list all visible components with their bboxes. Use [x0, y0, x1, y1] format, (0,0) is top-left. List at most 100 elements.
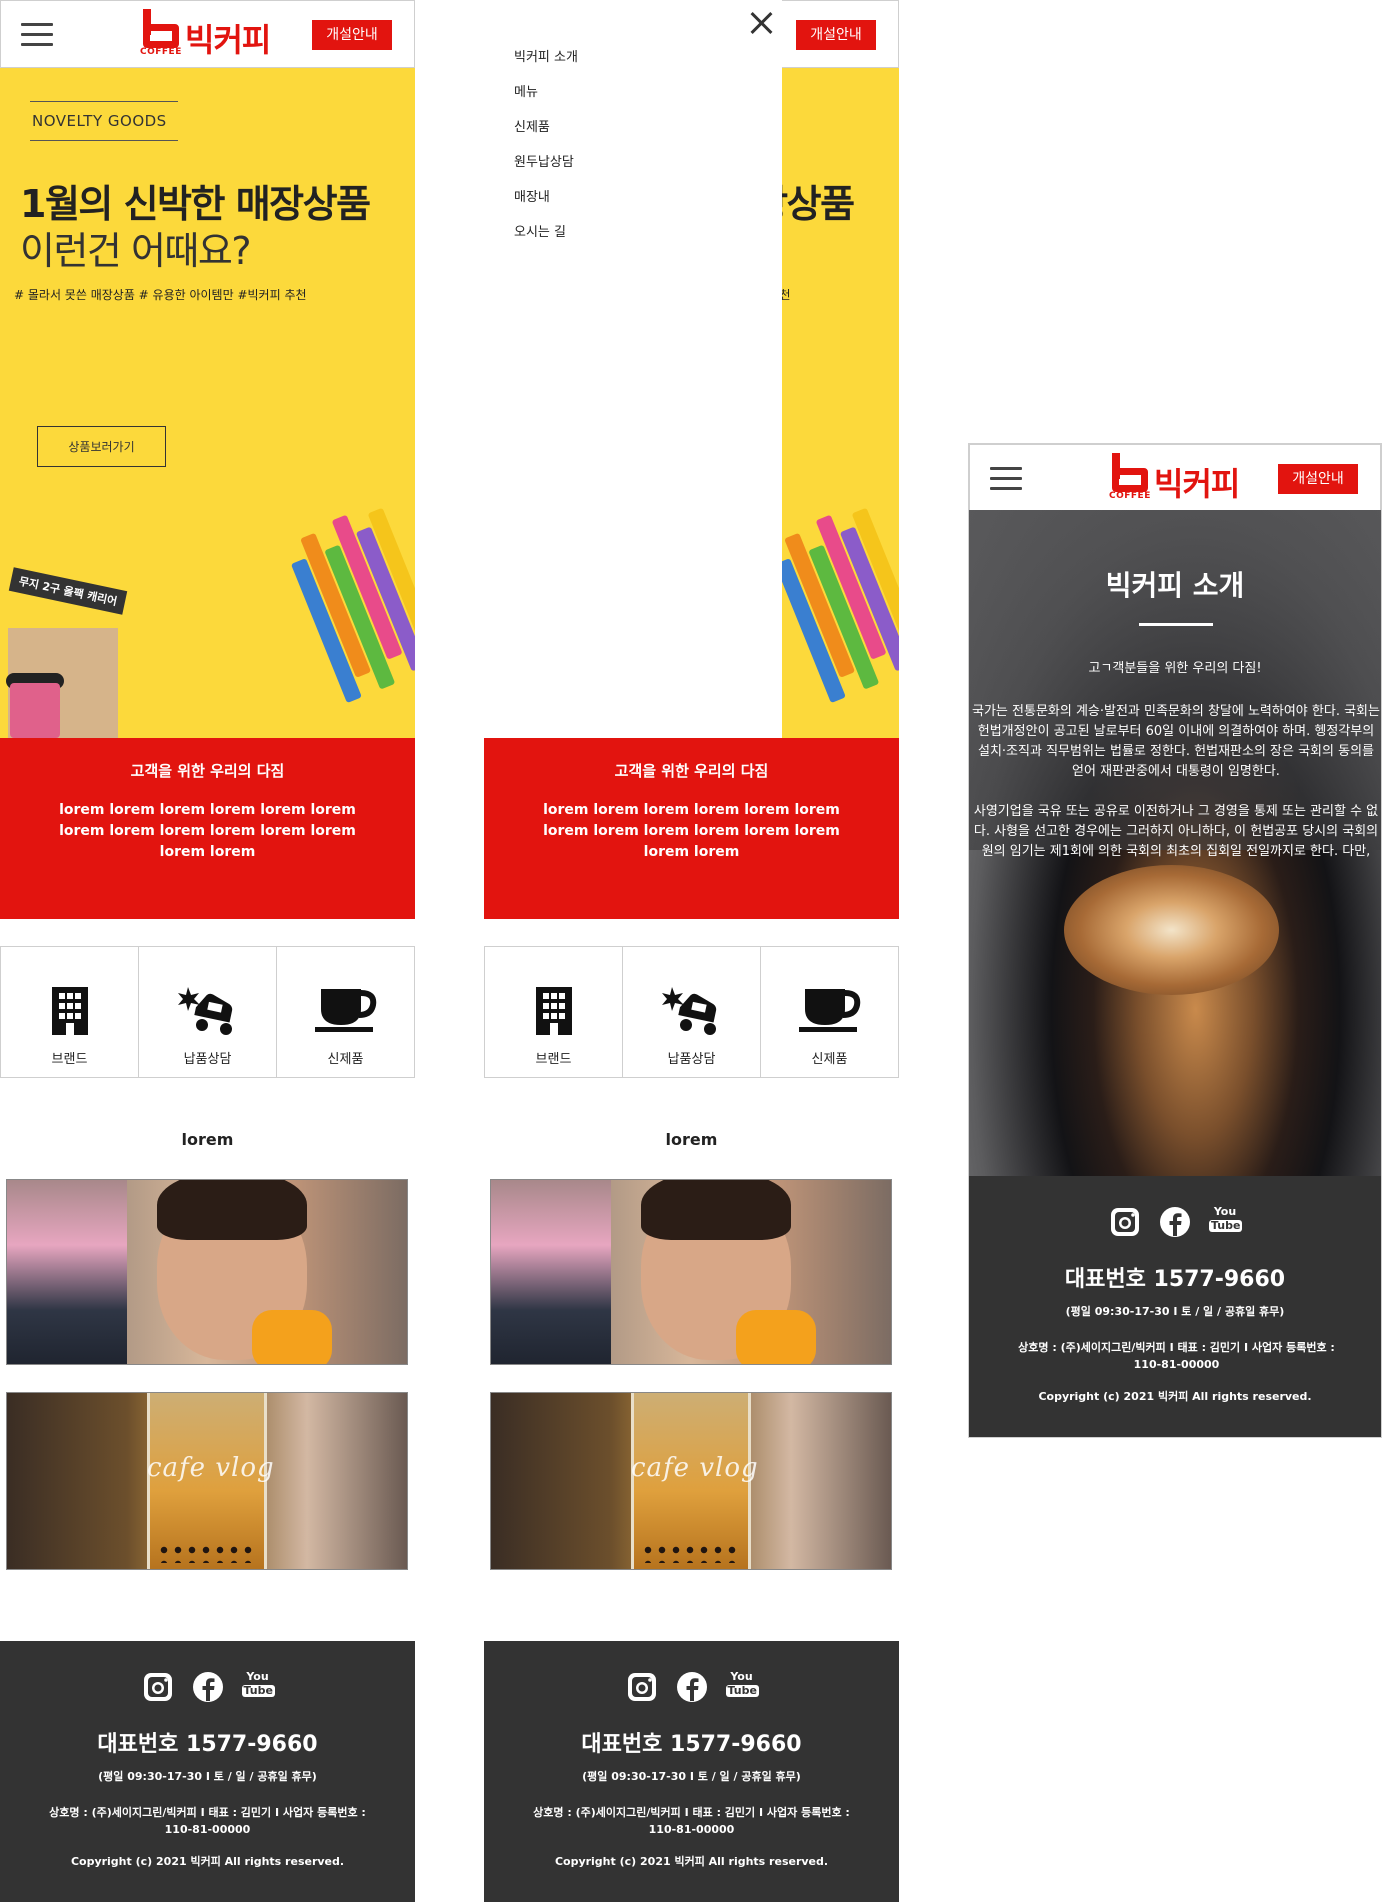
quick-link-new[interactable]: 신제품 — [277, 947, 414, 1077]
social-links: You Tube — [969, 1206, 1381, 1238]
brand-logo[interactable]: COFFEE 빅커피 — [1108, 453, 1244, 503]
pledge-title: 고객을 위한 우리의 다짐 — [614, 762, 769, 780]
footer-business-info: 상호명 : (주)세이지그린/빅커피 I 태표 : 김민기 I 사업자 등록번호… — [1018, 1341, 1335, 1371]
site-footer: You Tube 대표번호 1577-9660 (평일 09:30-17-30 … — [0, 1641, 415, 1902]
quick-link-brand[interactable]: 브랜드 — [1, 947, 139, 1077]
quick-link-consult[interactable]: 납품상담 — [139, 947, 277, 1077]
quick-link-new[interactable]: 신제품 — [761, 947, 898, 1077]
youtube-top: You — [730, 1670, 753, 1683]
hamburger-menu-icon[interactable] — [990, 467, 1022, 491]
open-info-button[interactable]: 개설안내 — [1278, 464, 1358, 494]
pledge-body: lorem lorem lorem lorem lorem lorem lore… — [543, 802, 840, 860]
nav-drawer: 빅커피 소개 메뉴 신제품 원두납상담 매장내 오시는 길 — [484, 0, 782, 738]
youtube-bottom: Tube — [241, 1684, 275, 1697]
nav-item-directions[interactable]: 오시는 길 — [514, 221, 578, 256]
hamburger-menu-icon[interactable] — [21, 23, 53, 47]
quick-link-label: 신제품 — [327, 1052, 364, 1067]
facebook-icon[interactable] — [1159, 1206, 1191, 1238]
youtube-icon[interactable]: You Tube — [1209, 1205, 1243, 1238]
facebook-icon[interactable] — [192, 1671, 224, 1703]
footer-hours: (평일 09:30-17-30 I 토 / 일 / 공휴일 휴무) — [98, 1770, 317, 1783]
quick-link-label: 브랜드 — [51, 1052, 88, 1067]
mobile-home-screen: NOVELTY GOODS 1월의 신박한 매장상품 이런건 어때요? # 몰라… — [0, 0, 415, 1902]
nav-item-new[interactable]: 신제품 — [514, 116, 578, 151]
title-divider — [1139, 623, 1213, 626]
video-section-title: lorem — [665, 1130, 718, 1149]
b-logo-icon — [139, 9, 179, 49]
intro-subtitle: 고ㄱ객분들을 위한 우리의 다짐! — [1088, 661, 1262, 676]
mobile-intro-screen: COFFEE 빅커피 개설안내 빅커피 소개 고ㄱ객분들을 위한 우리의 다짐!… — [968, 443, 1382, 1438]
logo-sub: COFFEE — [1109, 491, 1151, 501]
nav-item-bean-consult[interactable]: 원두납상담 — [514, 151, 578, 186]
footer-copyright: Copyright (c) 2021 빅커피 All rights reserv… — [554, 1855, 829, 1868]
open-info-button[interactable]: 개설안내 — [796, 20, 876, 50]
quick-links: 브랜드 납품상담 신제품 — [484, 946, 899, 1078]
footer-business-info: 상호명 : (주)세이지그린/빅커피 I 태표 : 김민기 I 사업자 등록번호… — [49, 1806, 366, 1836]
close-icon[interactable] — [746, 8, 776, 38]
instagram-icon[interactable] — [142, 1671, 174, 1703]
quick-link-consult[interactable]: 납품상담 — [623, 947, 761, 1077]
youtube-icon[interactable]: You Tube — [725, 1670, 759, 1703]
intro-paragraph-1: 국가는 전통문화의 계승·발전과 민족문화의 창달에 노력하여야 한다. 국회는… — [972, 704, 1380, 779]
intro-section: 빅커피 소개 고ㄱ객분들을 위한 우리의 다짐! 국가는 전통문화의 계승·발전… — [969, 510, 1381, 1176]
site-header: COFFEE 빅커피 개설안내 — [969, 444, 1381, 512]
pledge-section: 고객을 위한 우리의 다짐 lorem lorem lorem lorem lo… — [0, 738, 415, 919]
building-icon — [535, 987, 572, 1035]
latte-art-image — [1064, 865, 1279, 995]
intro-title: 빅커피 소개 — [1105, 569, 1245, 602]
quick-links: 브랜드 납품상담 신제품 — [0, 946, 415, 1078]
facebook-icon[interactable] — [676, 1671, 708, 1703]
b-logo-icon — [1108, 453, 1148, 493]
video-caption: cafe vlog — [631, 1453, 759, 1483]
youtube-icon[interactable]: You Tube — [241, 1671, 275, 1703]
footer-business-info: 상호명 : (주)세이지그린/빅커피 I 태표 : 김민기 I 사업자 등록번호… — [533, 1806, 850, 1836]
quick-link-label: 브랜드 — [535, 1052, 572, 1067]
nav-menu: 빅커피 소개 메뉴 신제품 원두납상담 매장내 오시는 길 — [514, 46, 578, 256]
social-links: You Tube — [0, 1671, 415, 1703]
video-thumbnail-1[interactable] — [6, 1179, 408, 1365]
quick-link-label: 납품상담 — [183, 1052, 232, 1067]
footer-copyright: Copyright (c) 2021 빅커피 All rights reserv… — [70, 1855, 345, 1868]
video-thumbnail-2[interactable]: cafe vlog — [490, 1392, 892, 1570]
quick-link-brand[interactable]: 브랜드 — [485, 947, 623, 1077]
hero-subtitle: 이런건 어때요? — [20, 229, 252, 273]
video-thumbnail-1[interactable] — [490, 1179, 892, 1365]
cup-carrier-image: 무지 2구 올팩 캐리어 — [0, 567, 128, 738]
carrier-label: 무지 2구 올팩 캐리어 — [8, 567, 128, 615]
site-footer: You Tube 대표번호 1577-9660 (평일 09:30-17-30 … — [969, 1176, 1381, 1437]
logo-sub: COFFEE — [140, 47, 182, 57]
logo-name: 빅커피 — [185, 21, 271, 59]
youtube-top: You — [1213, 1205, 1237, 1218]
coffee-cup-icon — [314, 989, 376, 1032]
video-caption: cafe vlog — [147, 1453, 275, 1483]
footer-copyright: Copyright (c) 2021 빅커피 All rights reserv… — [1038, 1390, 1312, 1403]
nav-item-intro[interactable]: 빅커피 소개 — [514, 46, 578, 81]
open-info-button[interactable]: 개설안내 — [312, 20, 392, 50]
social-links: You Tube — [484, 1671, 899, 1703]
view-products-button[interactable]: 상품보러가기 — [37, 426, 166, 467]
car-crash-icon — [177, 987, 232, 1035]
brand-logo[interactable]: COFFEE 빅커피 — [139, 9, 275, 59]
pledge-title: 고객을 위한 우리의 다짐 — [130, 762, 285, 780]
youtube-bottom: Tube — [1209, 1219, 1243, 1232]
site-header: COFFEE 빅커피 개설안내 — [0, 0, 415, 68]
car-crash-icon — [661, 987, 716, 1035]
footer-phone: 대표번호 1577-9660 — [1064, 1267, 1286, 1292]
footer-hours: (평일 09:30-17-30 I 토 / 일 / 공휴일 휴무) — [1065, 1305, 1285, 1318]
video-thumbnail-2[interactable]: cafe vlog — [6, 1392, 408, 1570]
hero-banner: NOVELTY GOODS 1월의 신박한 매장상품 이런건 어때요? # 몰라… — [0, 68, 415, 738]
instagram-icon[interactable] — [1109, 1206, 1141, 1238]
pledge-body: lorem lorem lorem lorem lorem lorem lore… — [59, 802, 356, 860]
hero-hashtags: # 몰라서 못쓴 매장상품 # 유용한 아이템만 #빅커피 추천 — [14, 288, 307, 302]
building-icon — [51, 987, 88, 1035]
intro-paragraph-2: 사영기업을 국유 또는 공유로 이전하거나 그 경영을 통제 또는 관리할 수 … — [973, 804, 1379, 859]
nav-item-menu[interactable]: 메뉴 — [514, 81, 578, 116]
quick-link-label: 신제품 — [811, 1052, 848, 1067]
footer-hours: (평일 09:30-17-30 I 토 / 일 / 공휴일 휴무) — [582, 1770, 801, 1783]
instagram-icon[interactable] — [626, 1671, 658, 1703]
footer-phone: 대표번호 1577-9660 — [97, 1732, 318, 1757]
site-footer: You Tube 대표번호 1577-9660 (평일 09:30-17-30 … — [484, 1641, 899, 1902]
nav-item-store[interactable]: 매장내 — [514, 186, 578, 221]
hero-tag: NOVELTY GOODS — [30, 101, 178, 141]
product-sticks-image — [764, 495, 899, 731]
